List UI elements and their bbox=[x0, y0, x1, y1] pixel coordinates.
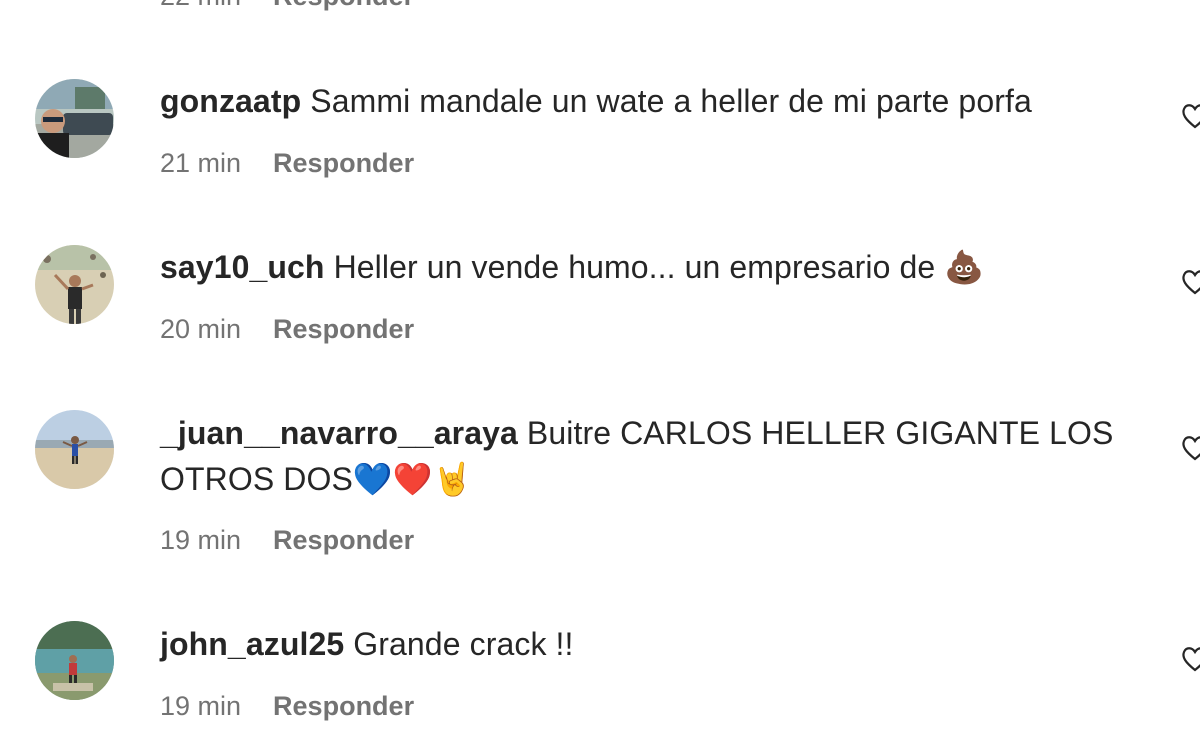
comment-username[interactable]: _juan__navarro__araya bbox=[160, 415, 518, 451]
avatar[interactable] bbox=[35, 410, 114, 489]
comment-meta: 19 min Responder bbox=[160, 524, 414, 556]
comment-text: Heller un vende humo... un empresario de… bbox=[333, 249, 985, 285]
comment-text: Sammi mandale un wate a heller de mi par… bbox=[310, 83, 1032, 119]
comment-time: 21 min bbox=[160, 148, 242, 178]
comment-text: Grande crack !! bbox=[353, 626, 574, 662]
comment-meta: 21 min Responder bbox=[160, 147, 414, 179]
comment-username[interactable]: gonzaatp bbox=[160, 83, 301, 119]
heart-outline-icon[interactable] bbox=[1180, 101, 1200, 131]
partial-comment-meta: 22 min Responder bbox=[160, 0, 414, 12]
reply-button[interactable]: Responder bbox=[273, 147, 414, 179]
comment-body: say10_uch Heller un vende humo... un emp… bbox=[160, 244, 1150, 290]
avatar[interactable] bbox=[35, 79, 114, 158]
reply-button[interactable]: Responder bbox=[273, 0, 414, 12]
comment-body: john_azul25 Grande crack !! bbox=[160, 621, 1150, 667]
comment-meta: 19 min Responder bbox=[160, 690, 414, 722]
comment-username[interactable]: say10_uch bbox=[160, 249, 325, 285]
heart-outline-icon[interactable] bbox=[1180, 267, 1200, 297]
avatar[interactable] bbox=[35, 621, 114, 700]
heart-outline-icon[interactable] bbox=[1180, 644, 1200, 674]
heart-outline-icon[interactable] bbox=[1180, 433, 1200, 463]
avatar[interactable] bbox=[35, 245, 114, 324]
comment-time: 22 min bbox=[160, 0, 241, 12]
comment-time: 19 min bbox=[160, 691, 242, 721]
comment-time: 19 min bbox=[160, 525, 242, 555]
comment-time: 20 min bbox=[160, 314, 242, 344]
comment-body: _juan__navarro__araya Buitre CARLOS HELL… bbox=[160, 410, 1150, 502]
comment-meta: 20 min Responder bbox=[160, 313, 414, 345]
comments-feed: 22 min Responder gonzaatp Sammi mandale … bbox=[0, 0, 1200, 733]
reply-button[interactable]: Responder bbox=[273, 313, 414, 345]
comment-username[interactable]: john_azul25 bbox=[160, 626, 344, 662]
comment-body: gonzaatp Sammi mandale un wate a heller … bbox=[160, 78, 1150, 124]
reply-button[interactable]: Responder bbox=[273, 690, 414, 722]
reply-button[interactable]: Responder bbox=[273, 524, 414, 556]
